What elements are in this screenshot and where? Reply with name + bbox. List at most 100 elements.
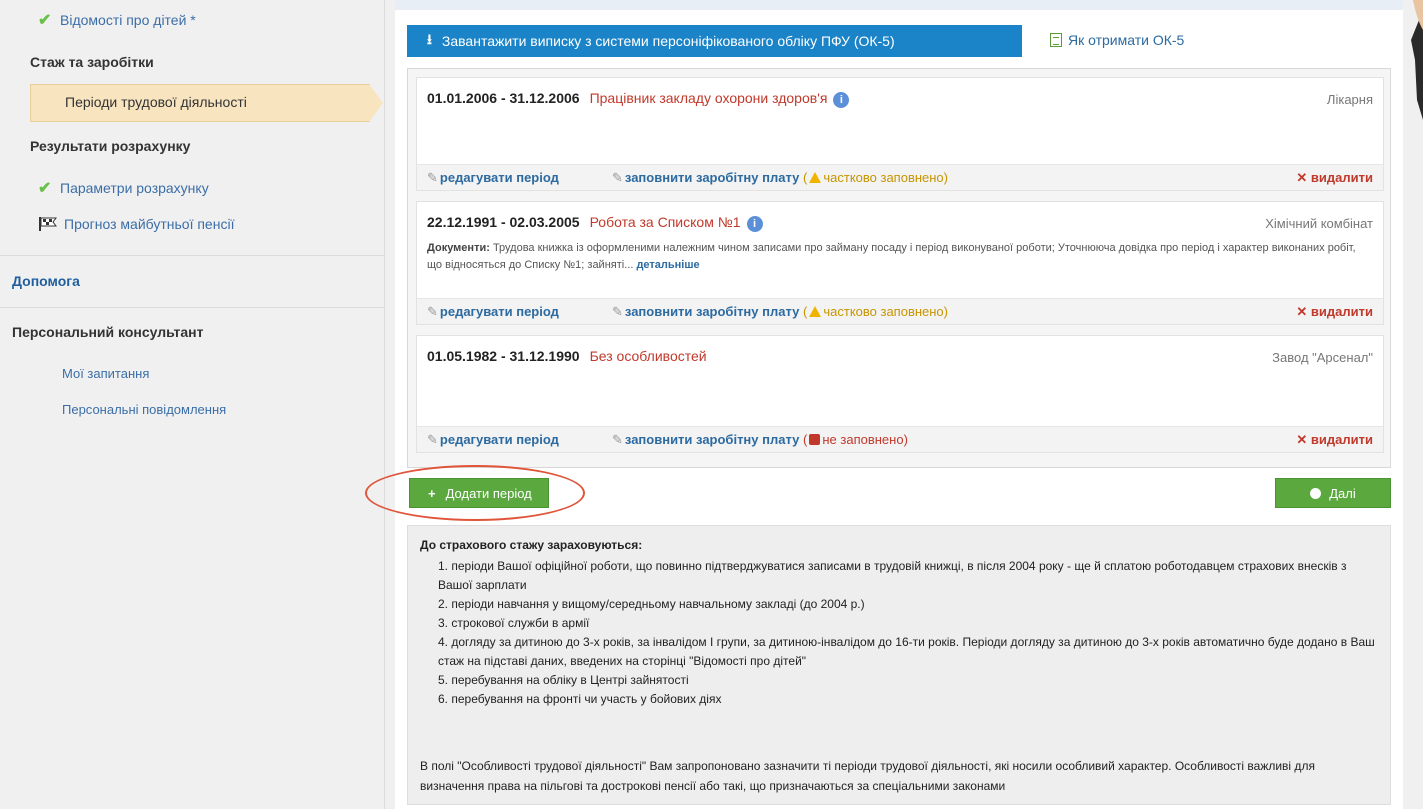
circle-icon [1310, 487, 1322, 499]
fill-salary-label: заповнити заробітну плату [624, 304, 800, 319]
sidebar-item-personal-messages[interactable]: Персональні повідомлення [62, 402, 362, 417]
edit-period-link[interactable]: ✎ редагувати період [427, 170, 559, 186]
upload-ok5-label: Завантажити виписку з системи персоніфік… [441, 33, 895, 49]
next-button[interactable]: Далі [1275, 478, 1391, 508]
edit-period-label: редагувати період [439, 432, 559, 447]
list-item: 5. перебування на обліку в Центрі зайнят… [438, 673, 689, 687]
pencil-icon: ✎ [612, 170, 623, 185]
sidebar-item-help[interactable]: Допомога [12, 273, 372, 289]
sidebar-item-children[interactable]: ✔ Відомості про дітей * [38, 10, 378, 30]
checkmark-icon: ✔ [38, 12, 52, 29]
list-item: 3. строкової служби в армії [438, 616, 590, 630]
list-item: 4. догляду за дитиною до 3-х років, за і… [438, 635, 1375, 668]
add-period-label: Додати період [445, 485, 532, 501]
period-type: Без особливостей [589, 348, 707, 364]
edit-period-label: редагувати період [439, 170, 559, 185]
main-content: ⭳ Завантажити виписку з системи персоніф… [365, 0, 1403, 809]
sidebar-item-label: Прогноз майбутньої пенсії [64, 216, 235, 232]
flag-icon [39, 217, 57, 231]
period-place: Хімічний комбінат [1265, 216, 1373, 231]
period-card: 01.01.2006 - 31.12.2006 Працівник закладу… [416, 77, 1384, 191]
period-card: 01.05.1982 - 31.12.1990 Без особливостей … [416, 335, 1384, 453]
upload-icon: ⭳ [427, 31, 432, 47]
info-icon[interactable]: i [746, 216, 763, 232]
pencil-icon: ✎ [612, 432, 623, 447]
info-icon[interactable]: i [833, 92, 850, 108]
pencil-icon: ✎ [612, 304, 623, 319]
sidebar-divider [0, 307, 385, 308]
next-label: Далі [1329, 485, 1356, 501]
list-item: 6. перебування на фронті чи участь у бой… [438, 692, 722, 706]
sidebar-item-label: Параметри розрахунку [60, 180, 209, 196]
sidebar-item-work-periods[interactable]: Періоди трудової діяльності [65, 94, 365, 110]
plus-icon: + [428, 485, 436, 501]
list-item: 1. періоди Вашої офіційної роботи, що по… [438, 559, 1347, 592]
period-dates: 01.01.2006 - 31.12.2006 [427, 90, 580, 106]
period-place: Завод "Арсенал" [1272, 350, 1373, 365]
info-notes: До страхового стажу зараховуються: 1. пе… [407, 525, 1391, 805]
period-type: Працівник закладу охорони здоров'я [589, 90, 828, 106]
add-period-button[interactable]: + Додати період [409, 478, 549, 508]
document-icon [1050, 33, 1062, 47]
page: ✔ Відомості про дітей * Стаж та заробітки… [0, 0, 1423, 809]
period-documents: Документи: Трудова книжка із оформленими… [427, 240, 1372, 274]
sidebar-section-experience: Стаж та заробітки [30, 54, 154, 70]
edit-period-link[interactable]: ✎ редагувати період [427, 304, 559, 320]
salary-status-label: не заповнено [822, 432, 904, 447]
period-dates: 22.12.1991 - 02.03.2005 [427, 214, 580, 230]
notes-list: 1. періоди Вашої офіційної роботи, що по… [428, 557, 1378, 709]
delete-period-link[interactable]: ✕ видалити [1296, 304, 1373, 320]
delete-period-label: видалити [1310, 170, 1373, 185]
sidebar-section-consultant: Персональний консультант [12, 324, 204, 340]
salary-status-label: частково заповнено [823, 304, 944, 319]
fill-salary-link[interactable]: ✎ заповнити заробітну плату (не заповнено… [612, 432, 908, 448]
checkmark-icon: ✔ [38, 180, 52, 197]
sidebar-item-forecast[interactable]: Прогноз майбутньої пенсії [38, 216, 378, 232]
fill-salary-link[interactable]: ✎ заповнити заробітну плату (частково зап… [612, 304, 948, 320]
delete-period-label: видалити [1310, 304, 1373, 319]
sidebar-item-label: Відомості про дітей * [60, 12, 196, 28]
details-link[interactable]: детальніше [636, 259, 699, 271]
how-to-get-ok5-link[interactable]: Як отримати ОК-5 [1050, 32, 1184, 48]
sidebar-active-arrow [369, 84, 383, 122]
pencil-icon: ✎ [427, 432, 438, 447]
delete-period-label: видалити [1310, 432, 1373, 447]
sidebar-section-results: Результати розрахунку [30, 138, 191, 154]
sidebar-item-my-questions[interactable]: Мої запитання [62, 366, 362, 381]
period-card: 22.12.1991 - 02.03.2005 Робота за Списком… [416, 201, 1384, 325]
salary-status: (частково заповнено) [803, 304, 949, 319]
documents-text: Трудова книжка із оформленими належним ч… [427, 242, 1356, 271]
salary-status: (не заповнено) [803, 432, 908, 447]
list-item: 2. періоди навчання у вищому/середньому … [438, 597, 865, 611]
top-strip [395, 0, 1403, 10]
sidebar-divider [0, 255, 385, 256]
period-actions: ✎ редагувати період ✎ заповнити заробітну … [417, 426, 1383, 452]
period-dates: 01.05.1982 - 31.12.1990 [427, 348, 580, 364]
upload-ok5-button[interactable]: ⭳ Завантажити виписку з системи персоніф… [407, 25, 1022, 57]
sidebar-item-parameters[interactable]: ✔ Параметри розрахунку [38, 178, 378, 198]
fill-salary-label: заповнити заробітну плату [624, 432, 800, 447]
period-header: 22.12.1991 - 02.03.2005 Робота за Списком… [427, 214, 763, 232]
decorative-corner-figure [1411, 0, 1423, 120]
documents-label: Документи: [427, 242, 490, 254]
warning-icon [809, 306, 822, 317]
salary-status-label: частково заповнено [823, 170, 944, 185]
period-type: Робота за Списком №1 [589, 214, 741, 230]
period-actions: ✎ редагувати період ✎ заповнити заробітну … [417, 298, 1383, 324]
fill-salary-link[interactable]: ✎ заповнити заробітну плату (частково зап… [612, 170, 948, 186]
edit-period-label: редагувати період [439, 304, 559, 319]
period-place: Лікарня [1326, 92, 1373, 107]
sidebar: ✔ Відомості про дітей * Стаж та заробітки… [0, 0, 385, 809]
pencil-icon: ✎ [427, 170, 438, 185]
stop-icon [809, 434, 821, 445]
period-actions: ✎ редагувати період ✎ заповнити заробітну … [417, 164, 1383, 190]
delete-period-link[interactable]: ✕ видалити [1296, 170, 1373, 186]
delete-period-link[interactable]: ✕ видалити [1296, 432, 1373, 448]
edit-period-link[interactable]: ✎ редагувати період [427, 432, 559, 448]
periods-list: 01.01.2006 - 31.12.2006 Працівник закладу… [407, 68, 1391, 468]
fill-salary-label: заповнити заробітну плату [624, 170, 800, 185]
warning-icon [809, 172, 822, 183]
salary-status: (частково заповнено) [803, 170, 949, 185]
period-header: 01.05.1982 - 31.12.1990 Без особливостей [427, 348, 707, 364]
notes-footer: В полі "Особливості трудової діяльності"… [420, 759, 1315, 793]
